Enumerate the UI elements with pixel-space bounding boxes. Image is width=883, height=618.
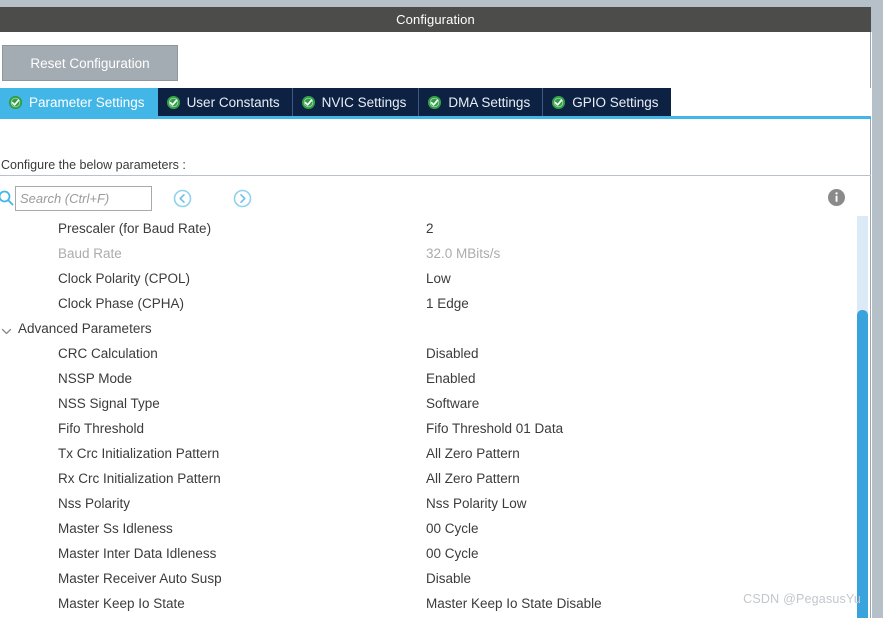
green-check-icon (166, 95, 180, 109)
parameter-value[interactable]: All Zero Pattern (426, 446, 520, 461)
parameter-list[interactable]: Prescaler (for Baud Rate) 2 Baud Rate 32.0 … (0, 216, 855, 618)
parameter-name: Tx Crc Initialization Pattern (58, 446, 220, 461)
tab-label: NVIC Settings (321, 94, 407, 110)
parameter-row[interactable]: CRC Calculation Disabled (0, 341, 855, 366)
parameter-name: Prescaler (for Baud Rate) (58, 221, 212, 236)
tab-dma-settings[interactable]: DMA Settings (419, 88, 544, 116)
reset-configuration-label: Reset Configuration (30, 55, 150, 71)
configuration-panel: Reset Configuration Parameter Settings Us… (0, 32, 871, 618)
parameter-value[interactable]: 1 Edge (426, 296, 469, 311)
parameter-name: Advanced Parameters (18, 321, 152, 336)
configure-hint-row: Configure the below parameters : (0, 154, 871, 176)
parameter-group-row[interactable]: Advanced Parameters (0, 316, 855, 341)
green-check-icon (9, 95, 22, 109)
parameter-name: Master Ss Idleness (58, 521, 173, 536)
search-icon (0, 189, 15, 207)
reset-configuration-button[interactable]: Reset Configuration (2, 45, 178, 81)
parameter-row[interactable]: Prescaler (for Baud Rate) 2 (0, 216, 855, 241)
parameter-list-scrollbar-thumb[interactable] (857, 310, 868, 618)
parameter-name: Master Keep Io State (58, 596, 185, 611)
parameter-row[interactable]: Master Ss Idleness 00 Cycle (0, 516, 855, 541)
parameter-row[interactable]: NSS Signal Type Software (0, 391, 855, 416)
search-previous-button[interactable] (173, 189, 192, 208)
parameter-value[interactable]: Disabled (426, 346, 479, 361)
chevron-down-icon[interactable] (1, 324, 12, 335)
parameter-name: NSS Signal Type (58, 396, 160, 411)
title-bar-right-chrome (871, 7, 883, 32)
parameter-value[interactable]: 00 Cycle (426, 546, 479, 561)
green-check-icon (552, 95, 566, 109)
parameter-row[interactable]: Clock Polarity (CPOL) Low (0, 266, 855, 291)
parameter-name: Master Receiver Auto Susp (58, 571, 222, 586)
parameter-row[interactable]: Tx Crc Initialization Pattern All Zero Pa… (0, 441, 855, 466)
tab-bar: Parameter Settings User Constants NVIC Set… (0, 88, 871, 116)
parameter-name: Clock Polarity (CPOL) (58, 271, 191, 286)
window-title-bar: Configuration (0, 7, 871, 32)
parameter-name: Baud Rate (58, 246, 122, 261)
parameter-value[interactable]: Nss Polarity Low (426, 496, 527, 511)
parameter-row[interactable]: Baud Rate 32.0 MBits/s (0, 241, 855, 266)
page-title: Configuration (396, 12, 475, 27)
tab-label: Parameter Settings (29, 94, 145, 110)
parameter-value[interactable]: 00 Cycle (426, 521, 479, 536)
tab-parameter-settings[interactable]: Parameter Settings (0, 88, 158, 116)
parameter-value[interactable]: Master Keep Io State Disable (426, 596, 602, 611)
parameter-value[interactable]: Disable (426, 571, 471, 586)
parameter-row[interactable]: Clock Phase (CPHA) 1 Edge (0, 291, 855, 316)
parameter-name: Nss Polarity (58, 496, 131, 511)
parameter-row[interactable]: Fifo Threshold Fifo Threshold 01 Data (0, 416, 855, 441)
tab-label: User Constants (186, 94, 280, 110)
search-next-button[interactable] (233, 189, 252, 208)
parameter-value[interactable]: Fifo Threshold 01 Data (426, 421, 563, 436)
tabs-container: Parameter Settings User Constants NVIC Set… (0, 88, 671, 116)
parameter-row[interactable]: Master Keep Io State Master Keep Io State… (0, 591, 855, 616)
parameter-name: Fifo Threshold (58, 421, 145, 436)
parameter-name: Rx Crc Initialization Pattern (58, 471, 221, 486)
parameter-row[interactable]: Master Receiver Auto Susp Disable (0, 566, 855, 591)
panel-right-chrome (872, 32, 883, 618)
tab-gpio-settings[interactable]: GPIO Settings (543, 88, 671, 116)
green-check-icon (301, 95, 315, 109)
tab-nvic-settings[interactable]: NVIC Settings (292, 88, 420, 116)
parameter-row[interactable]: NSSP Mode Enabled (0, 366, 855, 391)
parameter-value[interactable]: 2 (426, 221, 434, 236)
parameter-row[interactable]: Rx Crc Initialization Pattern All Zero Pa… (0, 466, 855, 491)
parameter-name: CRC Calculation (58, 346, 158, 361)
parameter-value[interactable]: Low (426, 271, 451, 286)
info-icon[interactable] (827, 188, 846, 207)
parameter-row[interactable]: Nss Polarity Nss Polarity Low (0, 491, 855, 516)
parameter-row[interactable]: Master Inter Data Idleness 00 Cycle (0, 541, 855, 566)
search-input[interactable] (15, 186, 152, 211)
tab-user-constants[interactable]: User Constants (157, 88, 293, 116)
green-check-icon (428, 95, 442, 109)
configure-hint-label: Configure the below parameters : (1, 157, 186, 172)
parameter-value[interactable]: 32.0 MBits/s (426, 246, 500, 261)
tab-underline (0, 116, 871, 119)
window-top-chrome (0, 0, 883, 7)
parameter-name: NSSP Mode (58, 371, 133, 386)
parameter-value[interactable]: All Zero Pattern (426, 471, 520, 486)
parameter-value[interactable]: Enabled (426, 371, 476, 386)
parameter-name: Clock Phase (CPHA) (58, 296, 185, 311)
parameter-value[interactable]: Software (426, 396, 479, 411)
configuration-window: Configuration Reset Configuration Parame… (0, 0, 883, 618)
parameter-name: Master Inter Data Idleness (58, 546, 217, 561)
tab-label: DMA Settings (448, 94, 531, 110)
tab-label: GPIO Settings (572, 94, 659, 110)
